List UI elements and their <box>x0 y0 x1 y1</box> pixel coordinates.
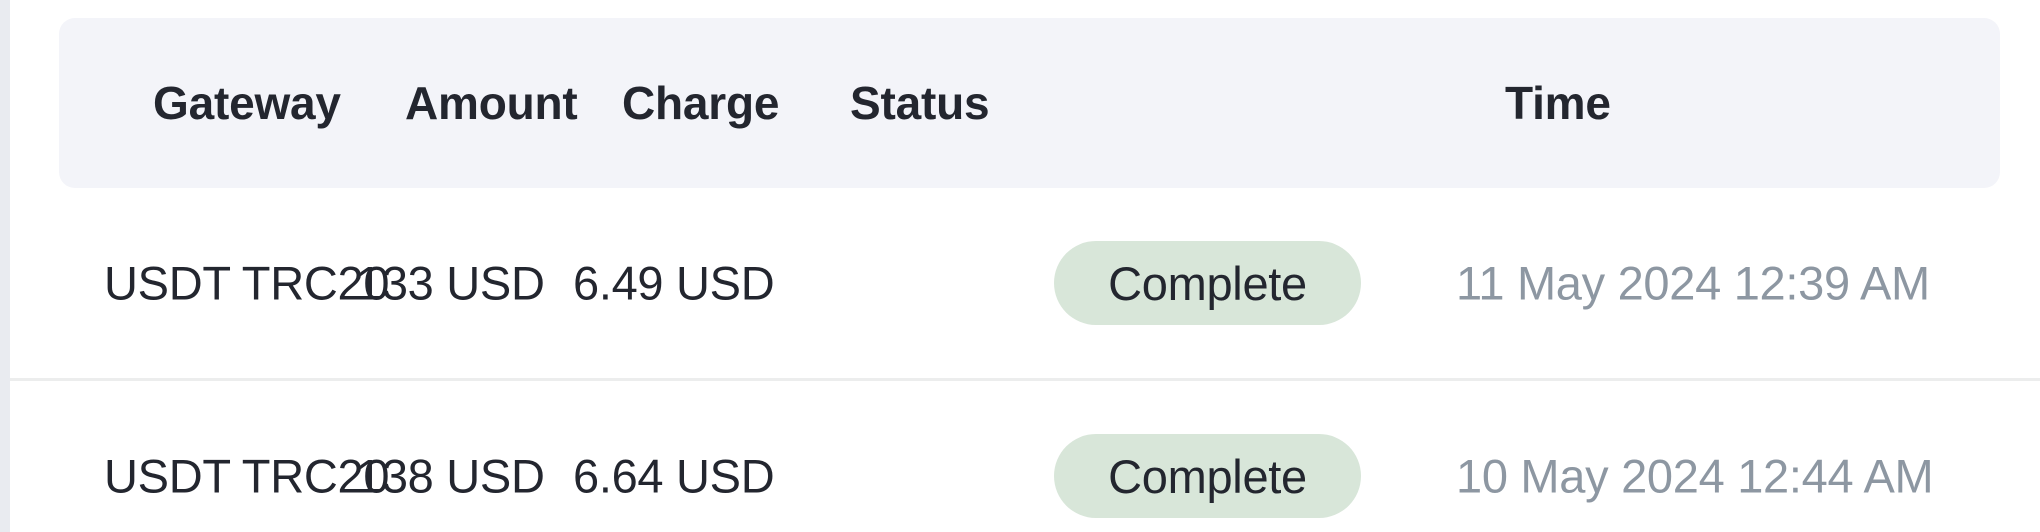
cell-time: 11 May 2024 12:39 AM <box>1456 256 1930 310</box>
cell-charge: 6.64 USD <box>573 449 775 503</box>
status-badge: Complete <box>1054 241 1361 325</box>
table-body: USDT TRC20 133 USD 6.49 USD Complete 11 … <box>10 188 2040 532</box>
column-header-charge[interactable]: Charge <box>622 76 779 130</box>
cell-amount: 138 USD <box>356 449 545 503</box>
status-badge: Complete <box>1054 434 1361 518</box>
cell-amount: 133 USD <box>356 256 545 310</box>
column-header-time[interactable]: Time <box>1505 76 1611 130</box>
table-row[interactable]: USDT TRC20 133 USD 6.49 USD Complete 11 … <box>10 188 2040 378</box>
transactions-card: Gateway Amount Charge Status Time USDT T… <box>10 0 2040 532</box>
cell-time: 10 May 2024 12:44 AM <box>1456 449 1934 503</box>
table-header-row: Gateway Amount Charge Status Time <box>59 18 2000 188</box>
table-row[interactable]: USDT TRC20 138 USD 6.64 USD Complete 10 … <box>10 378 2040 532</box>
cell-gateway: USDT TRC20 <box>104 256 390 310</box>
page-gutter <box>0 0 10 532</box>
cell-gateway: USDT TRC20 <box>104 449 390 503</box>
column-header-gateway[interactable]: Gateway <box>153 76 341 130</box>
column-header-status[interactable]: Status <box>850 76 990 130</box>
column-header-amount[interactable]: Amount <box>405 76 578 130</box>
cell-charge: 6.49 USD <box>573 256 775 310</box>
